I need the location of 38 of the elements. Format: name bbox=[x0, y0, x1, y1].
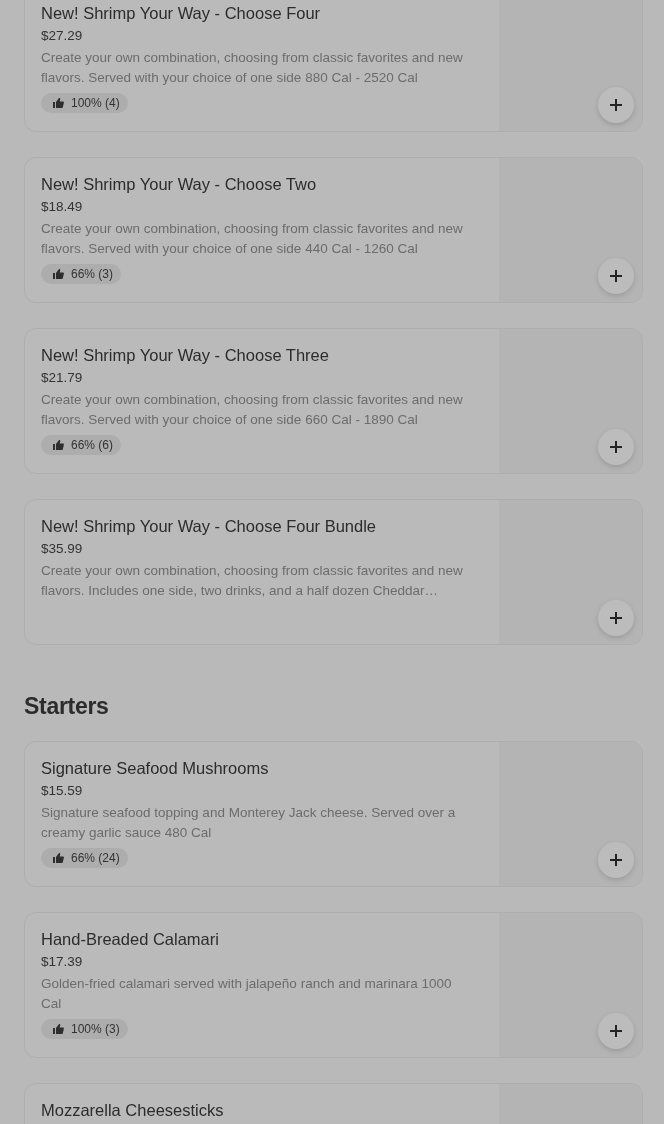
rating-badge: 66% (6) bbox=[41, 435, 122, 455]
rating-badge: 66% (3) bbox=[41, 264, 122, 284]
item-price: $21.79 bbox=[41, 370, 84, 385]
menu-item-card[interactable]: New! Shrimp Your Way - Choose Four $27.29 Create your own combination, choosing from classic favorites and new flavors. Served with your choice of one side 880 Cal - 2520 Cal 100% (4) bbox=[24, 0, 643, 132]
item-price: $27.29 bbox=[41, 28, 84, 43]
item-price: $35.99 bbox=[41, 541, 84, 556]
rating-badge: 100% (4) bbox=[41, 93, 128, 113]
item-description: Create your own combination, choosing from classic favorites and new flavors. Served with your choice of one side 880 Cal - 2520 Cal bbox=[41, 49, 464, 87]
item-price: $17.39 bbox=[41, 954, 84, 969]
menu-item-card[interactable]: Hand-Breaded Calamari $17.39 Golden-fried calamari served with jalapeño ranch and marinara 1000 Cal 100% (3) bbox=[24, 912, 643, 1058]
item-description: Signature seafood topping and Monterey Jack cheese. Served over a creamy garlic sauce 480 Cal bbox=[41, 804, 457, 842]
item-description: Golden-fried calamari served with jalapeño ranch and marinara 1000 Cal bbox=[41, 975, 453, 1013]
item-description: Create your own combination, choosing from classic favorites and new flavors. Served with your choice of one side 660 Cal - 1890 Cal bbox=[41, 391, 464, 429]
plus-icon bbox=[610, 854, 622, 866]
item-name: New! Shrimp Your Way - Choose Two bbox=[41, 174, 318, 194]
rating-badge: 66% (24) bbox=[41, 848, 128, 868]
plus-icon bbox=[610, 441, 622, 453]
plus-icon bbox=[610, 99, 622, 111]
item-description: Create your own combination, choosing from classic favorites and new flavors. Served with your choice of one side 440 Cal - 1260 Cal bbox=[41, 220, 464, 258]
item-price: $18.49 bbox=[41, 199, 84, 214]
item-name: Mozzarella Cheesesticks bbox=[41, 1100, 225, 1120]
item-description: Create your own combination, choosing from classic favorites and new flavors. Includes one side, two drinks, and a half dozen Cheddar… bbox=[41, 562, 464, 600]
menu-item-card[interactable]: New! Shrimp Your Way - Choose Two $18.49 Create your own combination, choosing from classic favorites and new flavors. Served with your choice of one side 440 Cal - 1260 Cal 66% (3) bbox=[24, 157, 643, 303]
plus-icon bbox=[610, 270, 622, 282]
rating-badge: 100% (3) bbox=[41, 1019, 128, 1039]
item-name: New! Shrimp Your Way - Choose Four bbox=[41, 3, 322, 23]
item-name: Signature Seafood Mushrooms bbox=[41, 758, 270, 778]
plus-icon bbox=[610, 612, 622, 624]
menu-item-card[interactable]: Mozzarella Cheesesticks bbox=[24, 1083, 643, 1124]
menu-item-card[interactable]: New! Shrimp Your Way - Choose Three $21.79 Create your own combination, choosing from classic favorites and new flavors. Served with your choice of one side 660 Cal - 1890 Cal 66% (6) bbox=[24, 328, 643, 474]
menu-item-card[interactable]: Signature Seafood Mushrooms $15.59 Signature seafood topping and Monterey Jack cheese. Served over a creamy garlic sauce 480 Cal 66% (24) bbox=[24, 741, 643, 887]
item-name: New! Shrimp Your Way - Choose Four Bundle bbox=[41, 516, 378, 536]
item-price: $15.59 bbox=[41, 783, 84, 798]
item-name: New! Shrimp Your Way - Choose Three bbox=[41, 345, 330, 365]
plus-icon bbox=[610, 1025, 622, 1037]
section-heading: Starters bbox=[24, 693, 110, 720]
menu-item-card[interactable]: New! Shrimp Your Way - Choose Four Bundle $35.99 Create your own combination, choosing from classic favorites and new flavors. Includes one side, two drinks, and a half dozen Cheddar… bbox=[24, 499, 643, 645]
item-name: Hand-Breaded Calamari bbox=[41, 929, 220, 949]
